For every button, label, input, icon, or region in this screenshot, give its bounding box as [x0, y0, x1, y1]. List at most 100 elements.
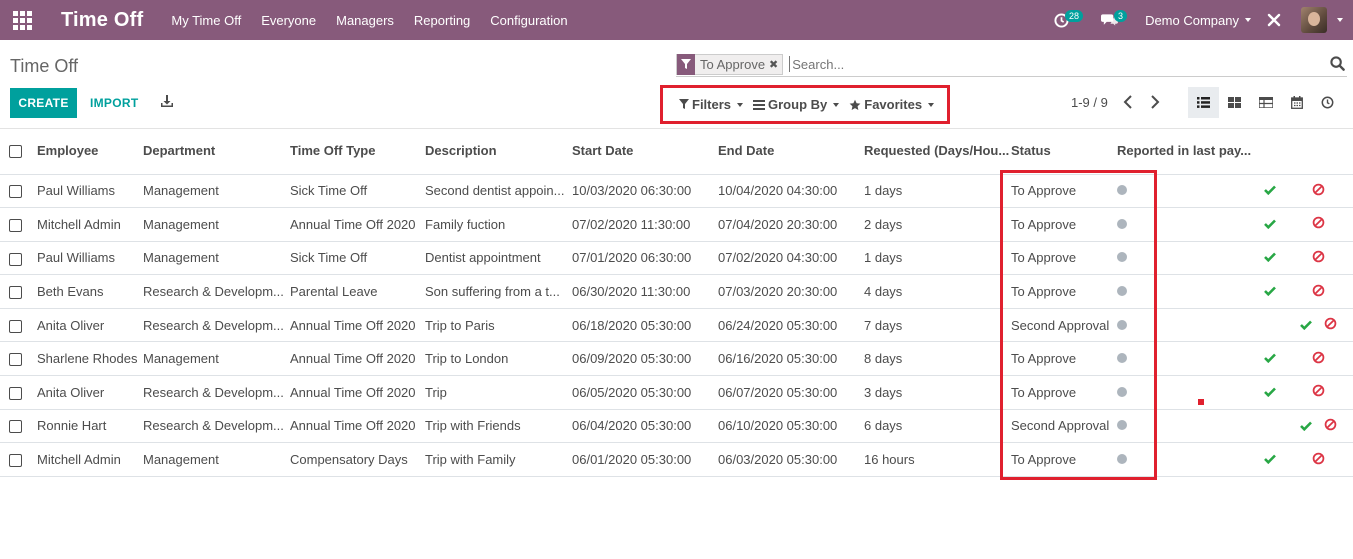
cell-employee: Paul Williams: [37, 241, 143, 276]
check-icon: [1264, 387, 1276, 398]
search-input[interactable]: [789, 56, 1347, 72]
cell-start-date: 06/04/2020 05:30:00: [572, 409, 718, 444]
row-checkbox[interactable]: [9, 319, 22, 333]
activity-view-button[interactable]: [1312, 87, 1343, 118]
company-switcher[interactable]: Demo Company: [1145, 13, 1251, 28]
chevron-right-icon[interactable]: [1150, 95, 1160, 112]
filters-dropdown[interactable]: Filters: [679, 97, 744, 112]
table-row[interactable]: Anita Oliver Research & Developm... Annu…: [0, 308, 1353, 343]
column-header-employee[interactable]: Employee: [37, 128, 143, 175]
validate-button[interactable]: [1299, 318, 1312, 333]
approve-button[interactable]: [1264, 250, 1276, 265]
approve-button[interactable]: [1264, 385, 1276, 400]
row-checkbox[interactable]: [9, 386, 22, 400]
cell-status: Second Approval: [1011, 308, 1117, 343]
pivot-view-button[interactable]: [1250, 87, 1281, 118]
approve-button[interactable]: [1264, 217, 1276, 232]
download-icon[interactable]: [160, 94, 174, 111]
row-checkbox[interactable]: [9, 185, 22, 199]
row-checkbox[interactable]: [9, 353, 22, 367]
refuse-button[interactable]: [1312, 351, 1325, 367]
column-header-department[interactable]: Department: [143, 128, 290, 175]
refuse-button[interactable]: [1312, 250, 1325, 266]
column-header-reported[interactable]: Reported in last pay...: [1117, 128, 1257, 175]
validate-button[interactable]: [1299, 419, 1312, 434]
create-button[interactable]: CREATE: [10, 88, 77, 118]
approve-button[interactable]: [1264, 452, 1276, 467]
table-row[interactable]: Anita Oliver Research & Developm... Annu…: [0, 375, 1353, 410]
debug-tools[interactable]: [1267, 13, 1281, 27]
row-checkbox[interactable]: [9, 420, 22, 434]
column-header-end-date[interactable]: End Date: [718, 128, 864, 175]
row-checkbox[interactable]: [9, 218, 22, 232]
search-icon[interactable]: [1330, 56, 1345, 74]
cell-employee: Paul Williams: [37, 174, 143, 209]
user-menu[interactable]: [1301, 7, 1343, 33]
import-button[interactable]: IMPORT: [84, 88, 144, 118]
company-name: Demo Company: [1145, 12, 1239, 28]
close-icon[interactable]: ✖: [769, 58, 782, 71]
row-checkbox[interactable]: [9, 252, 22, 266]
calendar-view-button[interactable]: [1281, 87, 1312, 118]
pager-value[interactable]: 1-9 / 9: [1071, 95, 1108, 110]
main-navbar: Time Off My Time Off Everyone Managers R…: [0, 0, 1353, 40]
cell-employee: Ronnie Hart: [37, 409, 143, 444]
cell-end-date: 06/03/2020 05:30:00: [718, 442, 864, 477]
row-checkbox[interactable]: [9, 454, 22, 468]
row-checkbox[interactable]: [9, 286, 22, 300]
refuse-button[interactable]: [1312, 217, 1325, 232]
chevron-left-icon[interactable]: [1123, 95, 1133, 112]
search-facet-to-approve[interactable]: To Approve ✖: [676, 53, 784, 75]
kanban-view-button[interactable]: [1219, 87, 1250, 118]
column-header-type[interactable]: Time Off Type: [290, 128, 425, 175]
cell-end-date: 07/03/2020 20:30:00: [718, 274, 864, 309]
approve-button[interactable]: [1264, 284, 1276, 299]
app-title[interactable]: Time Off: [61, 9, 143, 32]
approve-button[interactable]: [1264, 183, 1276, 198]
table-row[interactable]: Paul Williams Management Sick Time Off S…: [0, 174, 1353, 209]
apps-menu-icon[interactable]: [0, 0, 44, 40]
groupby-dropdown[interactable]: Group By: [753, 97, 840, 112]
refuse-button[interactable]: [1312, 385, 1325, 400]
select-all-checkbox[interactable]: [9, 145, 22, 159]
status-dot-icon: [1117, 286, 1127, 297]
cell-reported: [1117, 375, 1257, 410]
table-row[interactable]: Mitchell Admin Management Compensatory D…: [0, 442, 1353, 477]
cell-department: Research & Developm...: [143, 308, 290, 343]
refuse-button[interactable]: [1312, 183, 1325, 199]
check-icon: [1264, 219, 1276, 230]
table-row[interactable]: Beth Evans Research & Developm... Parent…: [0, 274, 1353, 309]
refuse-button[interactable]: [1312, 284, 1325, 300]
column-header-start-date[interactable]: Start Date: [572, 128, 718, 175]
cell-type: Annual Time Off 2020: [290, 207, 425, 242]
menu-configuration[interactable]: Configuration: [490, 13, 567, 28]
approve-button[interactable]: [1264, 351, 1276, 366]
time-off-list: Employee Department Time Off Type Descri…: [0, 128, 1353, 477]
cell-start-date: 07/02/2020 11:30:00: [572, 207, 718, 242]
column-header-requested[interactable]: Requested (Days/Hou...: [864, 128, 1011, 175]
cell-reported: [1117, 308, 1257, 343]
menu-managers[interactable]: Managers: [336, 13, 394, 28]
cell-start-date: 06/09/2020 05:30:00: [572, 341, 718, 377]
cell-requested: 6 days: [864, 409, 1011, 444]
column-header-description[interactable]: Description: [425, 128, 572, 175]
table-row[interactable]: Mitchell Admin Management Annual Time Of…: [0, 207, 1353, 242]
filter-icon: [677, 53, 695, 75]
column-header-status[interactable]: Status: [1011, 128, 1117, 175]
refuse-button[interactable]: [1312, 452, 1325, 468]
menu-my-time-off[interactable]: My Time Off: [171, 13, 241, 28]
favorites-dropdown[interactable]: Favorites: [849, 97, 935, 112]
menu-everyone[interactable]: Everyone: [261, 13, 316, 28]
refuse-button[interactable]: [1324, 418, 1337, 434]
table-row[interactable]: Ronnie Hart Research & Developm... Annua…: [0, 409, 1353, 444]
messaging-menu[interactable]: 3: [1101, 10, 1128, 27]
table-row[interactable]: Sharlene Rhodes Management Annual Time O…: [0, 341, 1353, 377]
table-row[interactable]: Paul Williams Management Sick Time Off D…: [0, 241, 1353, 276]
cell-status: To Approve: [1011, 375, 1117, 410]
list-icon: [1197, 97, 1210, 108]
cell-status: To Approve: [1011, 207, 1117, 242]
refuse-button[interactable]: [1324, 317, 1337, 333]
list-view-button[interactable]: [1188, 87, 1219, 118]
activity-menu[interactable]: 28: [1054, 10, 1084, 28]
menu-reporting[interactable]: Reporting: [414, 13, 470, 28]
